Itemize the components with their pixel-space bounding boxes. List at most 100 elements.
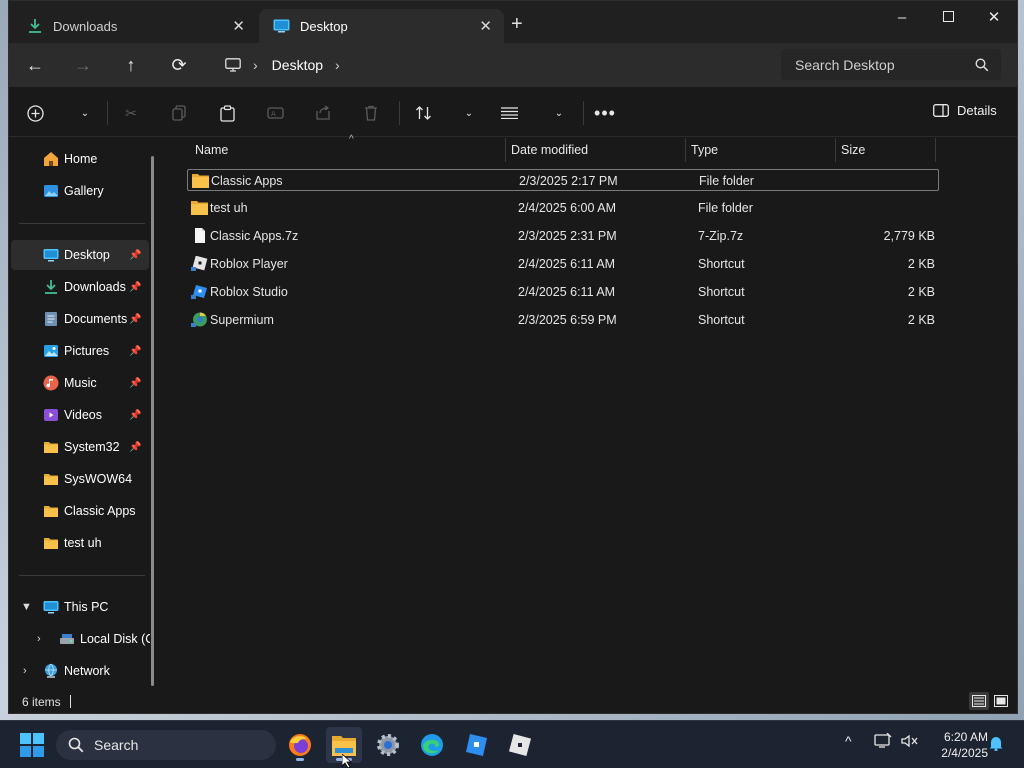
minimize-button[interactable]: – bbox=[879, 5, 925, 31]
clock-date: 2/4/2025 bbox=[941, 746, 988, 760]
taskbar-app-settings[interactable] bbox=[370, 727, 406, 763]
network-status-icon[interactable] bbox=[874, 732, 892, 752]
close-tab-icon[interactable]: ✕ bbox=[232, 17, 245, 35]
sort-dropdown-chevron-icon[interactable]: ⌄ bbox=[457, 101, 481, 125]
close-window-button[interactable]: ✕ bbox=[971, 5, 1017, 31]
taskbar-search-label: Search bbox=[94, 737, 139, 753]
file-date: 2/3/2025 6:59 PM bbox=[518, 313, 617, 327]
file-row-classic-apps-7z[interactable]: Classic Apps.7z 2/3/2025 2:31 PM 7-Zip.7… bbox=[187, 225, 939, 247]
details-view-icon bbox=[972, 695, 986, 707]
sidebar-item-label: Downloads bbox=[64, 280, 126, 294]
rename-icon[interactable]: A bbox=[263, 101, 287, 125]
file-row-test-uh[interactable]: test uh 2/4/2025 6:00 AM File folder bbox=[187, 197, 939, 219]
tab-desktop[interactable]: Desktop ✕ bbox=[259, 9, 504, 43]
more-options-icon[interactable]: ••• bbox=[593, 101, 617, 125]
sidebar-item-music[interactable]: Music 📌 bbox=[11, 368, 149, 398]
tab-downloads[interactable]: Downloads ✕ bbox=[13, 9, 257, 43]
volume-muted-icon[interactable] bbox=[900, 733, 918, 752]
up-button[interactable]: ↑ bbox=[119, 53, 143, 77]
share-icon[interactable] bbox=[311, 101, 335, 125]
view-icon[interactable] bbox=[497, 101, 521, 125]
pin-icon[interactable]: 📌 bbox=[129, 314, 141, 325]
column-divider[interactable] bbox=[685, 138, 686, 162]
taskbar-app-roblox-player[interactable] bbox=[502, 727, 538, 763]
chevron-right-icon[interactable]: › bbox=[37, 633, 41, 645]
taskbar-search[interactable]: Search bbox=[56, 730, 276, 760]
sidebar-item-home[interactable]: Home bbox=[11, 144, 149, 174]
file-row-supermium[interactable]: Supermium 2/3/2025 6:59 PM Shortcut 2 KB bbox=[187, 309, 939, 331]
sidebar-item-test-uh[interactable]: test uh bbox=[11, 528, 149, 558]
running-indicator bbox=[296, 758, 304, 761]
cut-icon[interactable]: ✂ bbox=[119, 101, 143, 125]
column-header-date-modified[interactable]: Date modified bbox=[511, 138, 588, 162]
start-button[interactable] bbox=[14, 727, 50, 763]
sidebar-item-classic-apps[interactable]: Classic Apps bbox=[11, 496, 149, 526]
paste-icon[interactable] bbox=[215, 101, 239, 125]
column-header-name[interactable]: Name bbox=[195, 138, 228, 162]
pin-icon[interactable]: 📌 bbox=[129, 250, 141, 261]
clock[interactable]: 6:20 AM 2/4/2025 bbox=[928, 729, 988, 761]
file-type: 7-Zip.7z bbox=[698, 229, 744, 243]
sidebar-item-this-pc[interactable]: ▼ This PC bbox=[11, 592, 149, 622]
delete-icon[interactable] bbox=[359, 101, 383, 125]
sidebar-item-label: SysWOW64 bbox=[64, 472, 133, 486]
column-divider[interactable] bbox=[835, 138, 836, 162]
file-row-roblox-studio[interactable]: Roblox Studio 2/4/2025 6:11 AM Shortcut … bbox=[187, 281, 939, 303]
sidebar-item-network[interactable]: › Network bbox=[11, 656, 149, 686]
documents-icon bbox=[45, 312, 57, 326]
pin-icon[interactable]: 📌 bbox=[129, 442, 141, 453]
back-button[interactable]: ← bbox=[23, 53, 47, 77]
file-row-classic-apps[interactable]: Classic Apps 2/3/2025 2:17 PM File folde… bbox=[187, 169, 939, 191]
sort-icon[interactable] bbox=[411, 101, 435, 125]
sidebar-item-system32[interactable]: System32 📌 bbox=[11, 432, 149, 462]
taskbar-app-firefox[interactable] bbox=[282, 727, 318, 763]
large-icons-view-button[interactable] bbox=[991, 692, 1011, 710]
sidebar-item-pictures[interactable]: Pictures 📌 bbox=[11, 336, 149, 366]
new-dropdown-chevron-icon[interactable]: ⌄ bbox=[73, 101, 97, 125]
sidebar-item-desktop[interactable]: Desktop 📌 bbox=[11, 240, 149, 270]
pin-icon[interactable]: 📌 bbox=[129, 410, 141, 421]
notification-bell-icon[interactable] bbox=[988, 735, 1004, 754]
address-bar[interactable]: › Desktop › bbox=[211, 49, 771, 80]
taskbar-app-edge[interactable] bbox=[414, 727, 450, 763]
new-button[interactable] bbox=[23, 101, 47, 125]
pin-icon[interactable]: 📌 bbox=[129, 378, 141, 389]
column-header-type[interactable]: Type bbox=[691, 138, 718, 162]
chevron-right-icon[interactable]: › bbox=[253, 57, 258, 73]
sidebar-item-gallery[interactable]: Gallery bbox=[11, 176, 149, 206]
file-row-roblox-player[interactable]: Roblox Player 2/4/2025 6:11 AM Shortcut … bbox=[187, 253, 939, 275]
refresh-button[interactable]: ⟳ bbox=[167, 53, 191, 77]
pin-icon[interactable]: 📌 bbox=[129, 282, 141, 293]
sidebar-item-documents[interactable]: Documents 📌 bbox=[11, 304, 149, 334]
close-tab-icon[interactable]: ✕ bbox=[479, 17, 492, 35]
chevron-down-icon[interactable]: ▼ bbox=[21, 601, 32, 613]
column-divider[interactable] bbox=[505, 138, 506, 162]
sidebar-item-videos[interactable]: Videos 📌 bbox=[11, 400, 149, 430]
details-button[interactable]: Details bbox=[933, 103, 997, 118]
desktop-icon bbox=[43, 249, 59, 262]
pin-icon[interactable]: 📌 bbox=[129, 346, 141, 357]
chevron-up-icon[interactable]: ^ bbox=[845, 733, 852, 749]
search-box[interactable]: Search Desktop bbox=[781, 49, 1001, 80]
firefox-icon bbox=[289, 734, 311, 756]
navigation-bar: ← → ↑ ⟳ › Desktop › Search Desktop bbox=[9, 43, 1017, 87]
details-view-button[interactable] bbox=[969, 692, 989, 710]
copy-icon[interactable] bbox=[167, 101, 191, 125]
sidebar-item-local-disk[interactable]: › Local Disk (C: bbox=[11, 624, 150, 654]
sidebar-item-downloads[interactable]: Downloads 📌 bbox=[11, 272, 149, 302]
maximize-button[interactable] bbox=[925, 5, 971, 31]
sidebar-item-syswow64[interactable]: SysWOW64 bbox=[11, 464, 149, 494]
chevron-right-icon[interactable]: › bbox=[335, 57, 340, 73]
search-input[interactable]: Search Desktop bbox=[795, 57, 975, 73]
column-header-size[interactable]: Size bbox=[841, 138, 865, 162]
sidebar-scrollbar[interactable] bbox=[151, 156, 154, 686]
forward-button[interactable]: → bbox=[71, 53, 95, 77]
breadcrumb-desktop[interactable]: Desktop bbox=[272, 57, 323, 73]
file-date: 2/4/2025 6:00 AM bbox=[518, 201, 616, 215]
chevron-right-icon[interactable]: › bbox=[23, 665, 27, 677]
new-tab-button[interactable]: + bbox=[511, 13, 523, 36]
taskbar-app-roblox-studio[interactable] bbox=[458, 727, 494, 763]
view-dropdown-chevron-icon[interactable]: ⌄ bbox=[547, 101, 571, 125]
sidebar-divider bbox=[19, 223, 145, 224]
column-divider[interactable] bbox=[935, 138, 936, 162]
